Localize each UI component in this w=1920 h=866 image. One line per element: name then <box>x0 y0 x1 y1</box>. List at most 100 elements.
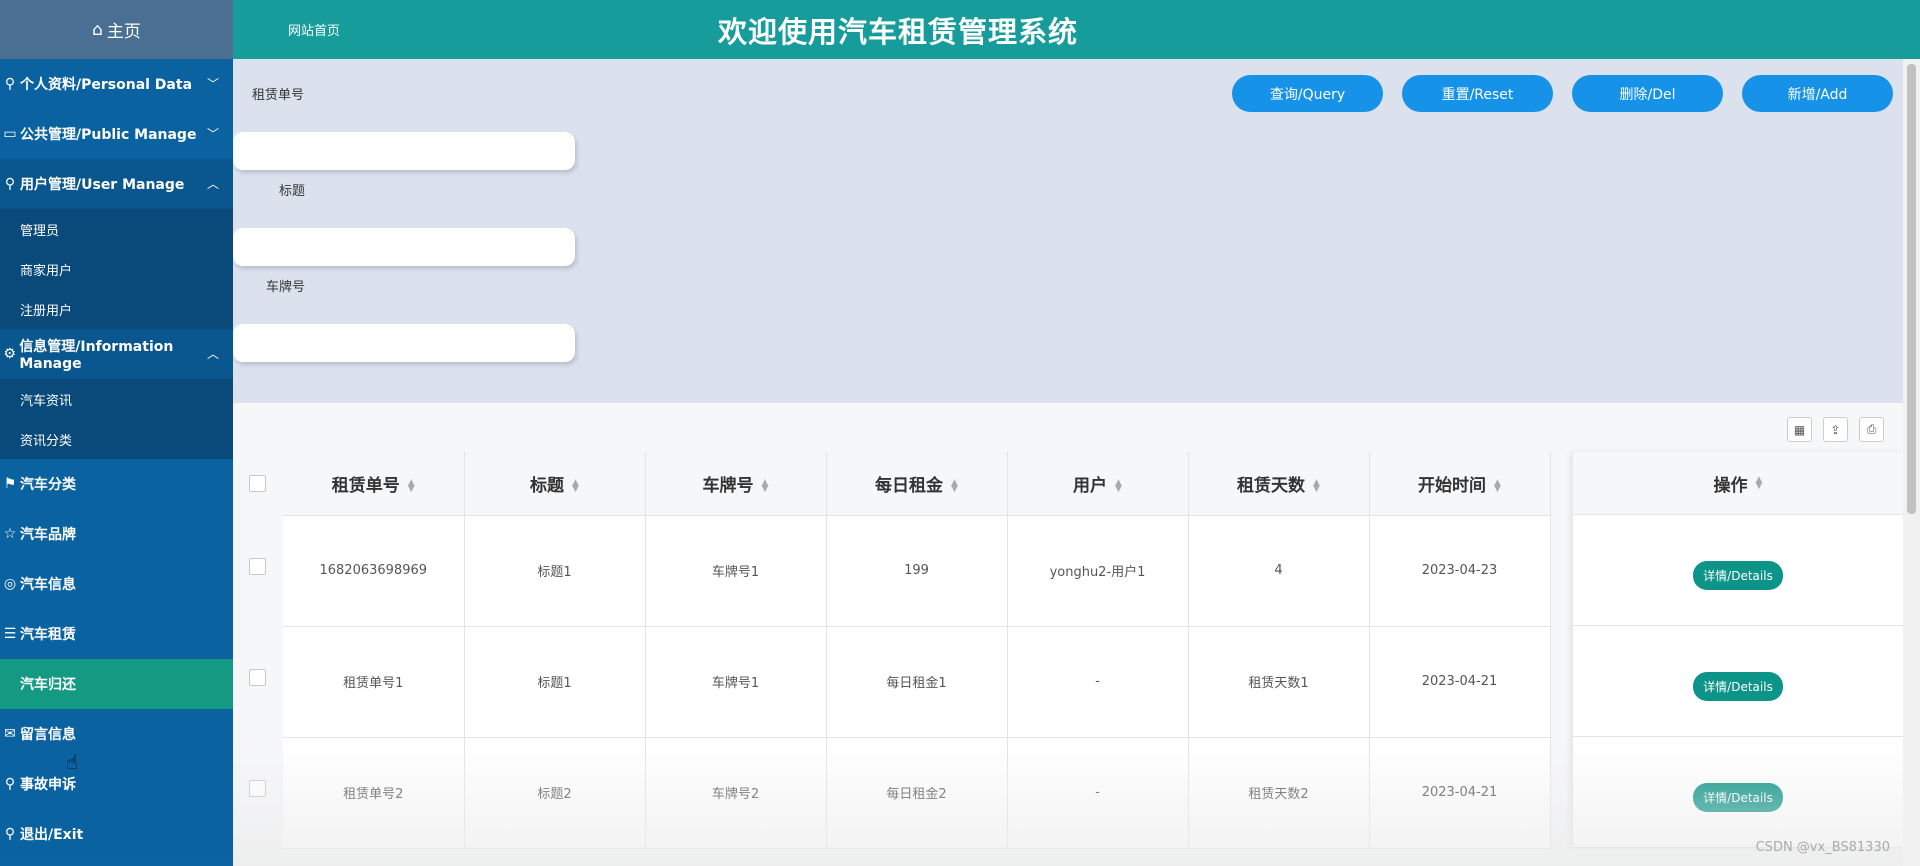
cell: 租赁天数1 <box>1188 626 1370 738</box>
brand-icon: ☆ <box>3 526 17 542</box>
list-icon: ☰ <box>3 626 17 642</box>
cell: 车牌号2 <box>645 737 827 849</box>
site-home-link[interactable]: 网站首页 <box>288 20 340 39</box>
col-header[interactable]: 每日租金 ▲ ▼ <box>826 452 1008 516</box>
menu-label: 汽车归还 <box>20 677 76 693</box>
details-button[interactable]: 详情/Details <box>1693 782 1783 812</box>
menu-exit[interactable]: ⚲ 退出/Exit <box>0 809 233 859</box>
col-header[interactable]: 标题 ▲ ▼ <box>464 452 646 516</box>
user-icon: ⚲ <box>4 76 16 92</box>
gear-icon: ⚙ <box>3 346 16 362</box>
table-row: 租赁单号1 标题1 车牌号1 每日租金1 - 租赁天数1 2023-04-21 <box>283 626 1551 738</box>
menu-messages[interactable]: ✉ 留言信息 <box>0 709 233 759</box>
info-icon: ◎ <box>3 576 17 592</box>
menu-user-manage[interactable]: ⚲ 用户管理/User Manage ︿ <box>0 159 233 209</box>
monitor-icon: ▭ <box>3 126 17 142</box>
delete-button[interactable]: 删除/Del <box>1572 75 1723 112</box>
menu-label: 汽车信息 <box>20 577 76 593</box>
add-button[interactable]: 新增/Add <box>1742 75 1893 112</box>
row-checkbox[interactable] <box>249 558 266 575</box>
chevron-down-icon: ﹀ <box>206 77 219 91</box>
menu-car-return[interactable]: 汽车归还 <box>0 659 233 709</box>
sub-item-merchant-user[interactable]: 商家用户 <box>0 249 233 289</box>
menu-label: 退出/Exit <box>20 827 84 843</box>
scrollbar-thumb[interactable] <box>1907 64 1916 514</box>
col-header[interactable]: 车牌号 ▲ ▼ <box>645 452 827 516</box>
table-row: 租赁单号2 标题2 车牌号2 每日租金2 - 租赁天数2 2023-04-21 <box>283 737 1551 849</box>
menu-label: 个人资料/Personal Data <box>20 77 193 93</box>
query-button[interactable]: 查询/Query <box>1232 75 1383 112</box>
vertical-scrollbar[interactable] <box>1903 59 1920 866</box>
sort-icon[interactable]: ▲ ▼ <box>1313 478 1320 493</box>
cell: 标题2 <box>464 737 646 849</box>
operations-column: 操作 ▲ ▼ 详情/Details 详情/Details 详情/Details <box>1573 452 1903 848</box>
row-checkbox[interactable] <box>249 669 266 686</box>
sidebar: ⌂ 主页 ⚲ 个人资料/Personal Data ﹀ ▭ 公共管理/Publi… <box>0 0 233 866</box>
cell: 1682063698969 <box>283 515 465 627</box>
sort-icon[interactable]: ▲ ▼ <box>1115 478 1122 493</box>
col-header[interactable]: 开始时间 ▲ ▼ <box>1369 452 1551 516</box>
tag-icon: ⚑ <box>3 476 17 492</box>
sort-icon[interactable]: ▲ ▼ <box>1756 476 1763 491</box>
cell: - <box>1007 626 1189 738</box>
columns-icon[interactable]: ▦ <box>1787 417 1812 442</box>
cell: 标题1 <box>464 515 646 627</box>
col-header[interactable]: 租赁单号 ▲ ▼ <box>283 452 465 516</box>
export-icon[interactable]: ⇪ <box>1823 417 1848 442</box>
details-button[interactable]: 详情/Details <box>1693 560 1783 590</box>
sort-icon[interactable]: ▲ ▼ <box>572 478 579 493</box>
menu-label: 事故申诉 <box>20 777 76 793</box>
submenu-user-manage: 管理员 商家用户 注册用户 <box>0 209 233 329</box>
select-all-checkbox[interactable] <box>249 475 266 492</box>
cell: 车牌号1 <box>645 515 827 627</box>
label-plate-no: 车牌号 <box>266 280 306 295</box>
title-input[interactable] <box>233 228 575 266</box>
page-title: 欢迎使用汽车租赁管理系统 <box>718 15 1079 49</box>
menu-car-info[interactable]: ◎ 汽车信息 <box>0 559 233 609</box>
mouse-pointer-icon: ☝ <box>66 750 79 774</box>
rental-no-input[interactable] <box>233 132 575 170</box>
chevron-down-icon: ﹀ <box>206 127 219 141</box>
search-panel: 租赁单号 标题 车牌号 查询/Query 重置/Reset 删除/Del 新增/… <box>233 59 1903 403</box>
cell: 2023-04-21 <box>1369 626 1551 738</box>
sub-item-news-category[interactable]: 资讯分类 <box>0 419 233 459</box>
watermark: CSDN @vx_BS81330 <box>1755 840 1890 855</box>
sub-item-registered-user[interactable]: 注册用户 <box>0 289 233 329</box>
menu-personal-data[interactable]: ⚲ 个人资料/Personal Data ﹀ <box>0 59 233 109</box>
col-header[interactable]: 用户 ▲ ▼ <box>1007 452 1189 516</box>
reset-button[interactable]: 重置/Reset <box>1402 75 1553 112</box>
col-header[interactable]: 租赁天数 ▲ ▼ <box>1188 452 1370 516</box>
sub-item-car-news[interactable]: 汽车资讯 <box>0 379 233 419</box>
sort-icon[interactable]: ▲ ▼ <box>408 478 415 493</box>
table-row: 1682063698969 标题1 车牌号1 199 yonghu2-用户1 4… <box>283 515 1551 627</box>
sort-icon[interactable]: ▲ ▼ <box>1494 478 1501 493</box>
label-title: 标题 <box>279 184 306 199</box>
menu-label: 汽车租赁 <box>20 627 76 643</box>
plate-no-input[interactable] <box>233 324 575 362</box>
menu-car-category[interactable]: ⚑ 汽车分类 <box>0 459 233 509</box>
sort-icon[interactable]: ▲ ▼ <box>762 478 769 493</box>
data-table: 租赁单号 ▲ ▼ 标题 ▲ ▼ 车牌号 ▲ ▼ 每日租金 ▲ ▼ 用户 ▲ ▼ 租赁天数 ▲ ▼ 开始时… <box>283 452 1551 849</box>
cell: 租赁单号2 <box>283 737 465 849</box>
chevron-up-icon: ︿ <box>206 177 219 191</box>
table-header-row: 租赁单号 ▲ ▼ 标题 ▲ ▼ 车牌号 ▲ ▼ 每日租金 ▲ ▼ 用户 ▲ ▼ 租赁天数 ▲ ▼ 开始时… <box>283 452 1551 516</box>
menu-car-rental[interactable]: ☰ 汽车租赁 <box>0 609 233 659</box>
sort-icon[interactable]: ▲ ▼ <box>951 478 958 493</box>
details-button[interactable]: 详情/Details <box>1693 671 1783 701</box>
sub-item-admin[interactable]: 管理员 <box>0 209 233 249</box>
menu-accident-appeal[interactable]: ⚲ 事故申诉 <box>0 759 233 809</box>
ops-cell: 详情/Details <box>1573 515 1903 626</box>
top-header: 网站首页 欢迎使用汽车租赁管理系统 <box>233 0 1920 59</box>
print-icon[interactable]: ⎙ <box>1859 417 1884 442</box>
ops-cell: 详情/Details <box>1573 737 1903 848</box>
menu-car-brand[interactable]: ☆ 汽车品牌 <box>0 509 233 559</box>
menu-information-manage[interactable]: ⚙ 信息管理/Information Manage ︿ <box>0 329 233 379</box>
row-checkbox[interactable] <box>249 780 266 797</box>
home-link[interactable]: ⌂ 主页 <box>0 0 233 59</box>
menu-label: 信息管理/Information Manage <box>19 339 174 372</box>
cell: yonghu2-用户1 <box>1007 515 1189 627</box>
menu-public-manage[interactable]: ▭ 公共管理/Public Manage ﹀ <box>0 109 233 159</box>
table-panel: ▦ ⇪ ⎙ 租赁单号 ▲ ▼ 标题 ▲ ▼ 车牌号 ▲ ▼ 每日租金 ▲ ▼ 用户 ▲ ▼ 租赁天数… <box>233 403 1903 866</box>
ops-header: 操作 ▲ ▼ <box>1573 452 1903 515</box>
user-icon: ⚲ <box>4 826 16 842</box>
